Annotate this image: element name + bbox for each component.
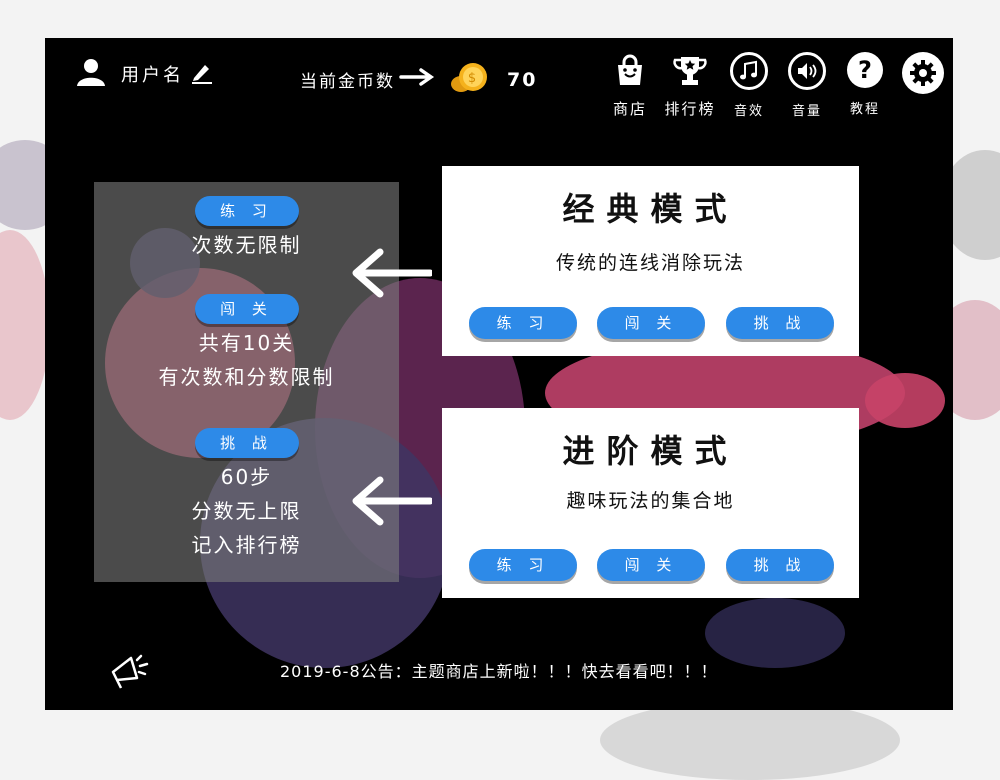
svg-text:$: $ — [468, 71, 478, 86]
tutorial-button[interactable]: ? 教程 — [835, 52, 895, 117]
arrow-left-icon — [350, 248, 434, 302]
levels-rule-line: 共有10关 — [198, 331, 295, 355]
decor-blob — [865, 373, 945, 428]
edit-icon[interactable] — [190, 60, 214, 88]
sound-effects-button[interactable]: 音效 — [719, 52, 779, 119]
shop-bag-icon — [611, 52, 649, 90]
volume-button[interactable]: 音量 — [777, 52, 837, 119]
arrow-right-icon — [399, 67, 435, 92]
advanced-challenge-button[interactable]: 挑 战 — [726, 549, 834, 581]
practice-tag: 练 习 — [194, 196, 299, 226]
levels-tag: 闯 关 — [194, 294, 299, 324]
arrow-left-icon — [350, 476, 434, 530]
user-icon — [75, 56, 107, 92]
mode-title: 经典模式 — [562, 190, 739, 228]
advanced-mode-card: 进阶模式 趣味玩法的集合地 练 习 闯 关 挑 战 — [442, 408, 859, 598]
username-label: 用户名 — [121, 65, 184, 86]
background-blob — [600, 700, 900, 780]
megaphone-icon — [107, 650, 151, 694]
trophy-icon — [671, 52, 709, 90]
speaker-icon — [788, 52, 826, 90]
coins-label: 当前金币数 — [300, 72, 395, 92]
leaderboard-label: 排行榜 — [664, 100, 716, 118]
mode-description: 传统的连线消除玩法 — [555, 252, 745, 274]
classic-practice-button[interactable]: 练 习 — [469, 307, 577, 339]
shop-label: 商店 — [612, 100, 647, 118]
classic-levels-button[interactable]: 闯 关 — [597, 307, 705, 339]
classic-mode-card: 经典模式 传统的连线消除玩法 练 习 闯 关 挑 战 — [442, 166, 859, 356]
decor-blob — [705, 598, 845, 668]
shop-button[interactable]: 商店 — [600, 52, 660, 119]
levels-rules: 闯 关 共有10关 有次数和分数限制 — [94, 294, 399, 394]
coins-value: 70 — [507, 68, 538, 91]
leaderboard-button[interactable]: 排行榜 — [660, 52, 720, 119]
help-icon: ? — [847, 52, 883, 88]
game-main-screen: 用户名 当前金币数 $ 70 商店 排行榜 音效 音量 ? 教程 练 习 次数无… — [45, 38, 953, 710]
background-blob — [0, 230, 50, 420]
user-profile[interactable]: 用户名 — [75, 56, 214, 92]
tutorial-label: 教程 — [849, 102, 880, 117]
coin-counter: 当前金币数 $ 70 — [300, 60, 537, 99]
coins-icon: $ — [449, 60, 491, 99]
music-note-icon — [730, 52, 768, 90]
levels-rule-line: 有次数和分数限制 — [158, 365, 335, 389]
settings-button[interactable] — [893, 52, 953, 94]
classic-challenge-button[interactable]: 挑 战 — [726, 307, 834, 339]
mode-title: 进阶模式 — [562, 432, 739, 470]
mode-description: 趣味玩法的集合地 — [566, 490, 735, 512]
advanced-practice-button[interactable]: 练 习 — [469, 549, 577, 581]
announcement-text: 2019-6-8公告：主题商店上新啦！！！快去看看吧！！！ — [280, 662, 718, 681]
challenge-rule-line: 记入排行榜 — [191, 533, 302, 557]
challenge-tag: 挑 战 — [194, 428, 299, 458]
volume-label: 音量 — [791, 104, 822, 119]
advanced-levels-button[interactable]: 闯 关 — [597, 549, 705, 581]
settings-gear-icon — [902, 52, 944, 94]
sound-effects-label: 音效 — [733, 104, 764, 119]
